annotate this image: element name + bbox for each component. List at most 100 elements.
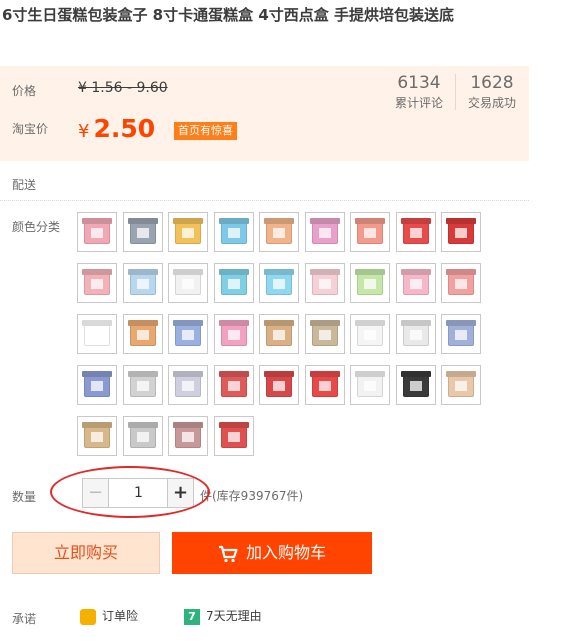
cake-box-window xyxy=(409,228,422,238)
cake-box-window xyxy=(182,279,194,289)
cake-box-lid xyxy=(82,371,112,377)
color-swatch[interactable] xyxy=(259,314,299,354)
color-swatch[interactable] xyxy=(350,263,390,303)
color-swatch[interactable] xyxy=(441,263,481,303)
cake-box-window xyxy=(182,381,194,391)
cake-box-window xyxy=(273,279,285,289)
cake-box-window xyxy=(91,330,103,340)
color-swatch[interactable] xyxy=(122,416,163,456)
delivery-label: 配送 xyxy=(12,178,37,192)
cake-box-window xyxy=(318,279,331,289)
color-swatch[interactable] xyxy=(168,416,208,456)
current-price: ¥2.50 xyxy=(78,114,155,147)
color-swatch[interactable] xyxy=(395,212,436,252)
color-swatch[interactable] xyxy=(168,314,208,354)
cake-box-window xyxy=(364,330,376,340)
color-swatch[interactable] xyxy=(77,314,117,354)
cake-box-lid xyxy=(446,371,476,377)
color-swatch[interactable] xyxy=(213,365,254,405)
cake-box-lid xyxy=(400,371,431,377)
cake-box-window xyxy=(273,228,285,238)
current-price-value: 2.50 xyxy=(93,114,156,143)
add-to-cart-label: 加入购物车 xyxy=(245,543,326,562)
sales-label: 交易成功 xyxy=(467,96,516,110)
color-swatch[interactable] xyxy=(122,365,163,405)
color-swatch[interactable] xyxy=(213,416,254,456)
quantity-input[interactable] xyxy=(110,479,167,507)
color-swatch[interactable] xyxy=(350,212,390,252)
cake-box-window xyxy=(227,279,240,289)
quantity-increase-button[interactable]: + xyxy=(167,479,193,507)
cake-box-lid xyxy=(264,371,294,377)
cake-box-lid xyxy=(173,218,203,224)
cake-box-window xyxy=(455,228,467,238)
cake-box-window xyxy=(455,381,467,391)
sales-count: 1628 xyxy=(470,73,514,93)
cake-box-lid xyxy=(446,218,476,224)
color-swatch[interactable] xyxy=(441,365,481,405)
color-swatch[interactable] xyxy=(77,416,117,456)
product-title: 6寸生日蛋糕包装盒子 8寸卡通蛋糕盒 4寸西点盒 手提烘培包装送底 xyxy=(2,6,454,24)
cake-box-window xyxy=(136,432,149,442)
buy-now-button[interactable]: 立即购买 xyxy=(12,532,160,574)
cake-box-window xyxy=(409,330,422,340)
cake-box-window xyxy=(364,228,376,238)
cake-box-lid xyxy=(264,218,294,224)
color-swatch[interactable] xyxy=(395,314,436,354)
color-swatch[interactable] xyxy=(350,314,390,354)
color-swatch[interactable] xyxy=(259,212,299,252)
cake-box-lid xyxy=(82,269,112,275)
insurance-label: 订单险 xyxy=(102,609,139,623)
color-swatch[interactable] xyxy=(441,212,481,252)
review-stat[interactable]: 6134 累计评论 xyxy=(390,72,448,112)
add-to-cart-button[interactable]: 加入购物车 xyxy=(172,532,372,574)
color-swatch[interactable] xyxy=(168,365,208,405)
quantity-decrease-button[interactable]: − xyxy=(83,479,109,507)
color-swatch[interactable] xyxy=(304,263,345,303)
color-swatch[interactable] xyxy=(77,365,117,405)
promo-badge[interactable]: 首页有惊喜 xyxy=(174,122,237,140)
color-swatch[interactable] xyxy=(304,212,345,252)
color-swatch[interactable] xyxy=(395,263,436,303)
cake-box-lid xyxy=(218,371,249,377)
cake-box-lid xyxy=(355,269,385,275)
color-swatch[interactable] xyxy=(350,365,390,405)
stat-divider xyxy=(455,74,456,110)
color-swatch[interactable] xyxy=(304,365,345,405)
cake-box-window xyxy=(227,381,240,391)
cake-box-window xyxy=(91,432,103,442)
color-swatch[interactable] xyxy=(122,263,163,303)
promise-seven-day-return[interactable]: 7 7天无理由 xyxy=(184,606,262,626)
color-swatch[interactable] xyxy=(168,263,208,303)
cake-box-lid xyxy=(82,218,112,224)
color-swatch[interactable] xyxy=(259,365,299,405)
color-swatch[interactable] xyxy=(259,263,299,303)
color-swatch[interactable] xyxy=(122,212,163,252)
cake-box-lid xyxy=(446,269,476,275)
cake-box-window xyxy=(91,279,103,289)
cake-box-lid xyxy=(173,371,203,377)
color-swatch[interactable] xyxy=(304,314,345,354)
cake-box-window xyxy=(409,381,422,391)
color-swatch[interactable] xyxy=(441,314,481,354)
color-category-label: 颜色分类 xyxy=(12,220,61,234)
color-swatch[interactable] xyxy=(122,314,163,354)
cake-box-window xyxy=(227,228,240,238)
promise-insurance[interactable]: 订单险 xyxy=(80,606,138,626)
cake-box-lid xyxy=(446,320,476,326)
seven-day-return-icon: 7 xyxy=(184,608,200,625)
color-swatch[interactable] xyxy=(395,365,436,405)
review-label: 累计评论 xyxy=(394,96,443,110)
cake-box-lid xyxy=(218,218,249,224)
cake-box-lid xyxy=(127,422,158,428)
color-swatch[interactable] xyxy=(77,263,117,303)
color-swatch[interactable] xyxy=(77,212,117,252)
cake-box-lid xyxy=(264,320,294,326)
cake-box-window xyxy=(364,279,376,289)
color-swatch[interactable] xyxy=(213,212,254,252)
sales-stat: 1628 交易成功 xyxy=(462,72,522,112)
color-swatch[interactable] xyxy=(168,212,208,252)
color-swatch[interactable] xyxy=(213,314,254,354)
price-label: 价格 xyxy=(12,84,37,98)
color-swatch[interactable] xyxy=(213,263,254,303)
